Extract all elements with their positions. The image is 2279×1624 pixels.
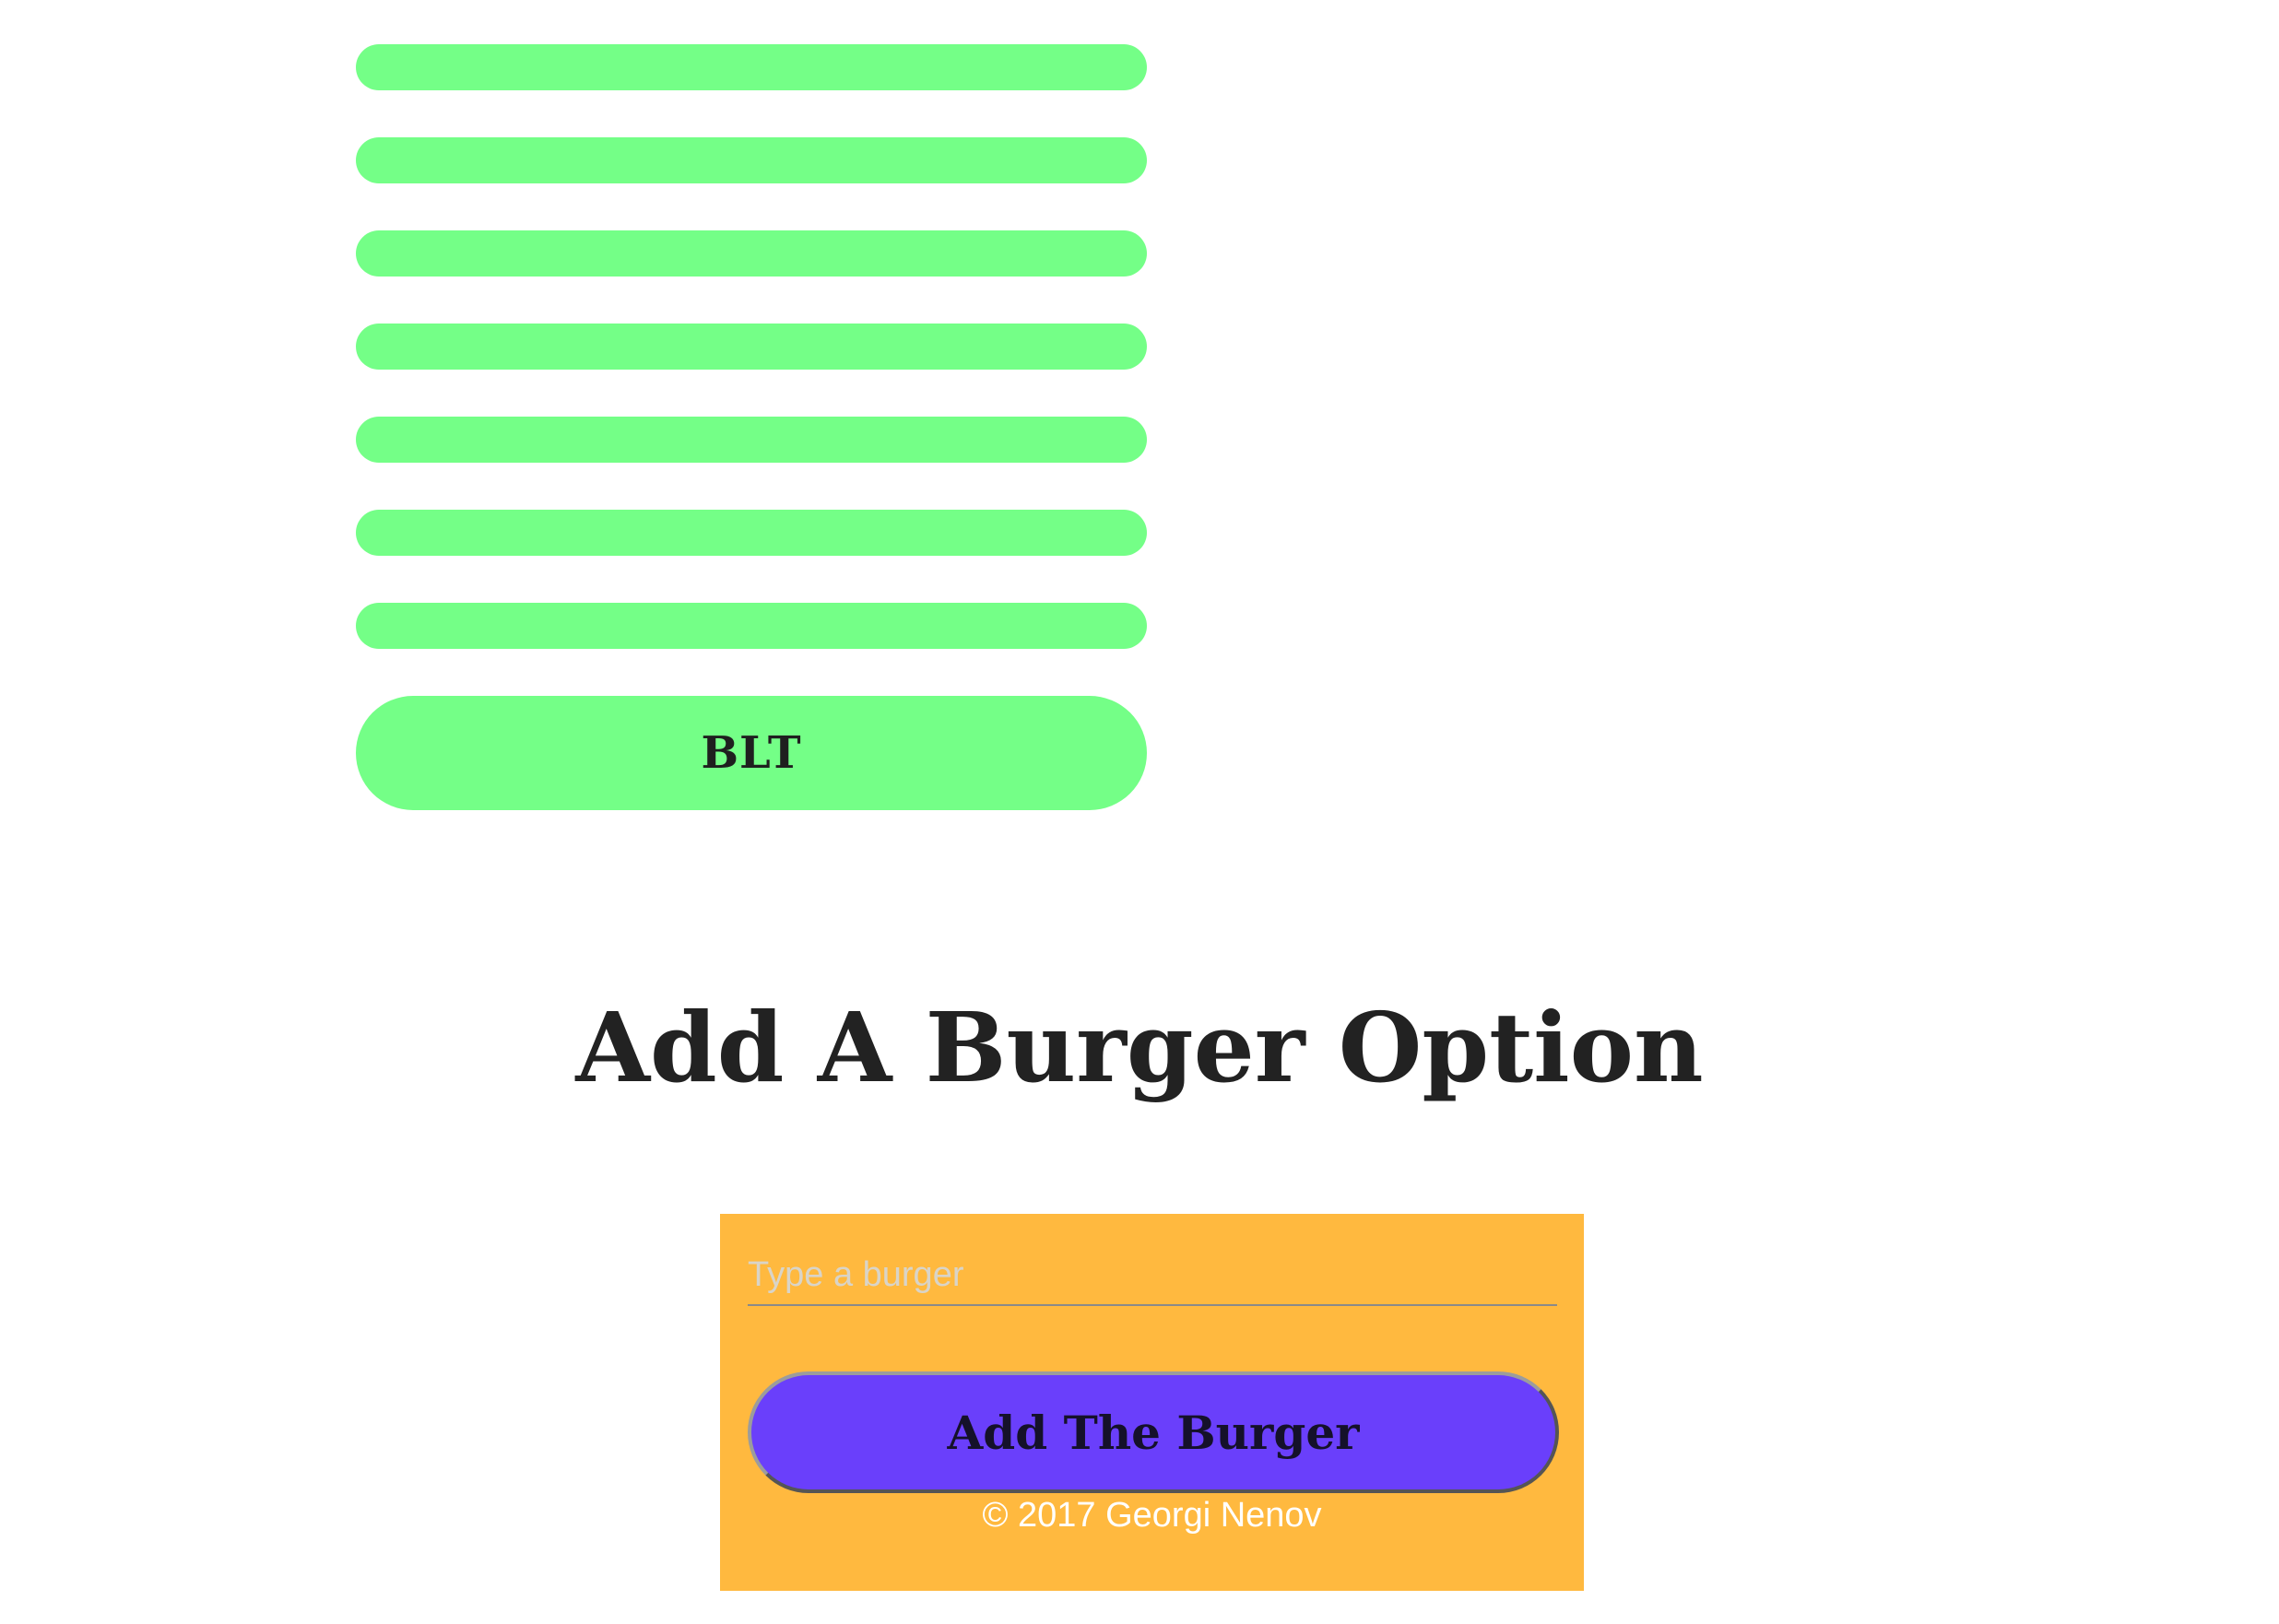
burger-item-6[interactable] [356,510,1147,556]
burger-item-2[interactable] [356,137,1147,183]
add-burger-button[interactable]: Add The Burger [748,1371,1559,1493]
burger-item-4[interactable] [356,324,1147,370]
burger-name-input[interactable] [748,1245,1557,1306]
burger-item-blt[interactable]: BLT [356,696,1147,810]
burger-item-5[interactable] [356,417,1147,463]
burger-item-1[interactable] [356,44,1147,90]
add-burger-panel: Add The Burger © 2017 Georgi Nenov [720,1214,1584,1591]
burger-item-3[interactable] [356,230,1147,277]
footer-copyright: © 2017 Georgi Nenov [982,1496,1322,1535]
burger-item-7[interactable] [356,603,1147,649]
burger-list: BLT [356,44,1147,810]
add-burger-title: Add A Burger Option [575,991,1704,1104]
